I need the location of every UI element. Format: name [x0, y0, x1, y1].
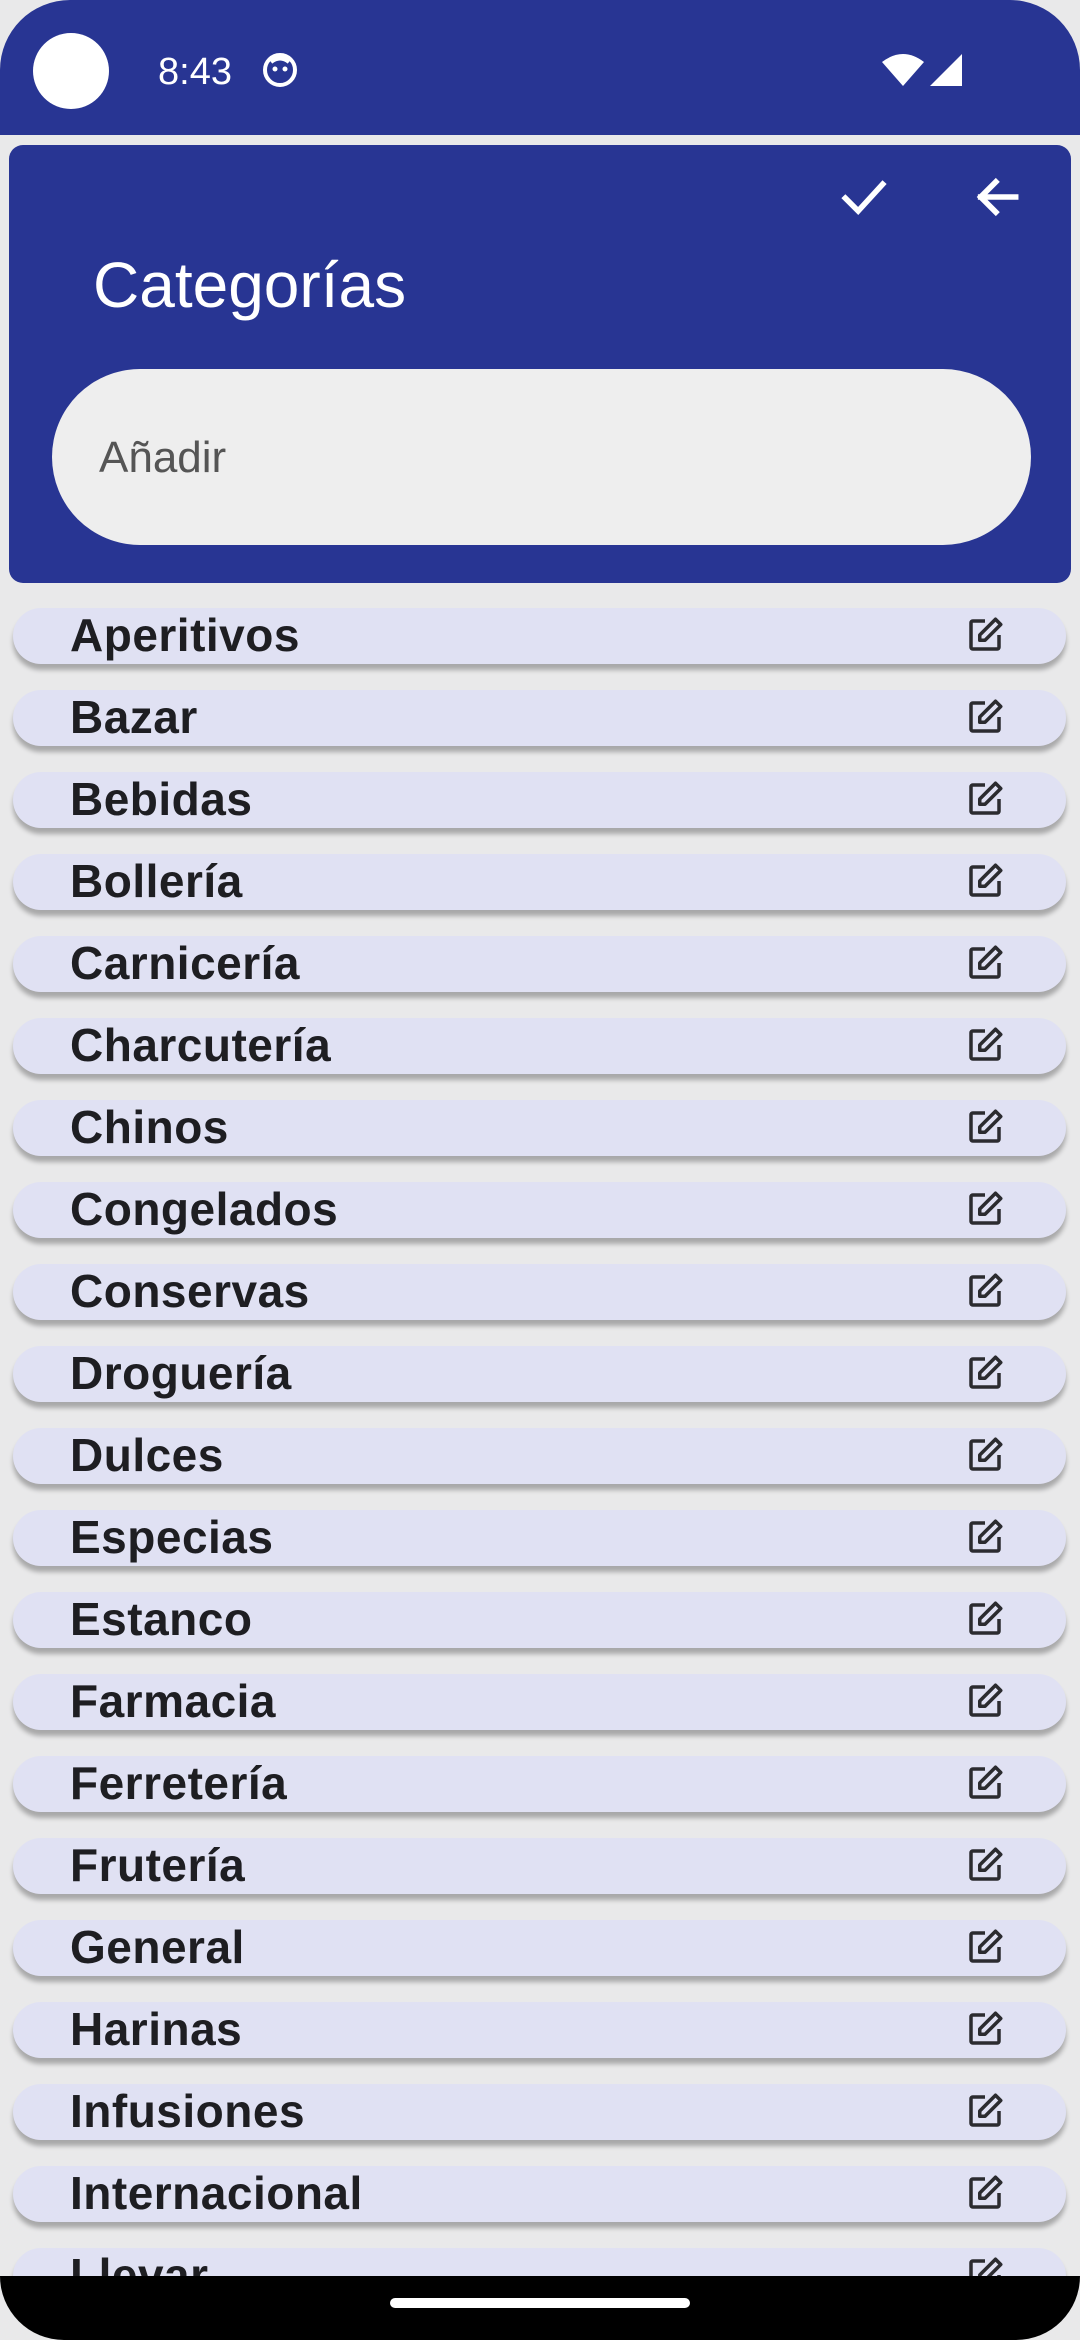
category-label: Harinas [70, 2003, 243, 2055]
camera-cutout [33, 33, 109, 109]
category-row[interactable]: Congelados [13, 1182, 1066, 1238]
category-row[interactable]: Dulces [13, 1428, 1066, 1484]
category-label: Bollería [70, 855, 243, 907]
page-title: Categorías [93, 249, 407, 321]
category-label: Frutería [70, 1839, 246, 1891]
category-label: Aperitivos [70, 609, 300, 661]
add-category-field[interactable] [52, 369, 1031, 547]
category-label: Chinos [70, 1101, 229, 1153]
navigation-bar [0, 2276, 1080, 2340]
category-label: General [70, 1921, 245, 1973]
category-row[interactable]: Farmacia [13, 1674, 1066, 1730]
category-label: Dulces [70, 1429, 224, 1481]
confirm-button[interactable] [827, 160, 901, 234]
cellular-signal-icon [930, 54, 962, 86]
category-row[interactable]: Bollería [13, 854, 1066, 910]
edit-icon[interactable] [964, 1926, 1006, 1968]
category-row[interactable]: Ferretería [13, 1756, 1066, 1812]
category-row[interactable]: Llevar [13, 2248, 1066, 2276]
home-handle[interactable] [390, 2298, 690, 2308]
edit-icon[interactable] [964, 1762, 1006, 1804]
edit-icon[interactable] [964, 696, 1006, 738]
edit-icon[interactable] [964, 614, 1006, 656]
edit-icon[interactable] [964, 778, 1006, 820]
category-label: Ferretería [70, 1757, 288, 1809]
category-row[interactable]: Charcutería [13, 1018, 1066, 1074]
category-label: Charcutería [70, 1019, 332, 1071]
category-row[interactable]: Bazar [13, 690, 1066, 746]
status-time: 8:43 [158, 51, 232, 93]
category-row[interactable]: Especias [13, 1510, 1066, 1566]
category-row[interactable]: Infusiones [13, 2084, 1066, 2140]
category-label: Especias [70, 1511, 274, 1563]
check-icon [841, 180, 887, 216]
category-row[interactable]: Chinos [13, 1100, 1066, 1156]
edit-icon[interactable] [964, 1024, 1006, 1066]
screen: 8:43 Categorías Aperitivos Bazar Bebidas Bo… [0, 0, 1080, 2340]
category-label: Llevar [70, 2249, 209, 2276]
category-label: Conservas [70, 1265, 310, 1317]
edit-icon[interactable] [964, 1434, 1006, 1476]
category-label: Farmacia [70, 1675, 277, 1727]
category-row[interactable]: Conservas [13, 1264, 1066, 1320]
category-row[interactable]: Bebidas [13, 772, 1066, 828]
category-label: Droguería [70, 1347, 292, 1399]
edit-icon[interactable] [964, 1106, 1006, 1148]
edit-icon[interactable] [964, 2008, 1006, 2050]
edit-icon[interactable] [964, 942, 1006, 984]
edit-icon[interactable] [964, 860, 1006, 902]
category-row[interactable]: Harinas [13, 2002, 1066, 2058]
edit-icon[interactable] [964, 1352, 1006, 1394]
arrow-back-icon [976, 177, 1019, 217]
category-row[interactable]: Estanco [13, 1592, 1066, 1648]
category-row[interactable]: Droguería [13, 1346, 1066, 1402]
edit-icon[interactable] [964, 1516, 1006, 1558]
edit-icon[interactable] [964, 2172, 1006, 2214]
back-button[interactable] [960, 160, 1034, 234]
category-label: Bazar [70, 691, 198, 743]
category-label: Congelados [70, 1183, 339, 1235]
category-label: Bebidas [70, 773, 253, 825]
category-row[interactable]: Frutería [13, 1838, 1066, 1894]
edit-icon[interactable] [964, 1270, 1006, 1312]
wifi-icon [882, 54, 924, 86]
notification-face-icon [263, 53, 297, 87]
category-label: Carnicería [70, 937, 301, 989]
category-row[interactable]: General [13, 1920, 1066, 1976]
add-category-input[interactable] [97, 369, 981, 547]
edit-icon[interactable] [964, 1188, 1006, 1230]
edit-icon[interactable] [964, 1844, 1006, 1886]
status-bar: 8:43 [0, 0, 1080, 135]
edit-icon[interactable] [964, 1680, 1006, 1722]
edit-icon[interactable] [964, 1598, 1006, 1640]
category-list[interactable]: Aperitivos Bazar Bebidas Bollería Carnicería… [0, 600, 1080, 2276]
category-row[interactable]: Aperitivos [13, 608, 1066, 664]
category-label: Estanco [70, 1593, 253, 1645]
category-label: Infusiones [70, 2085, 306, 2137]
edit-icon[interactable] [964, 2254, 1006, 2276]
category-label: Internacional [70, 2167, 363, 2219]
edit-icon[interactable] [964, 2090, 1006, 2132]
category-row[interactable]: Internacional [13, 2166, 1066, 2222]
category-row[interactable]: Carnicería [13, 936, 1066, 992]
